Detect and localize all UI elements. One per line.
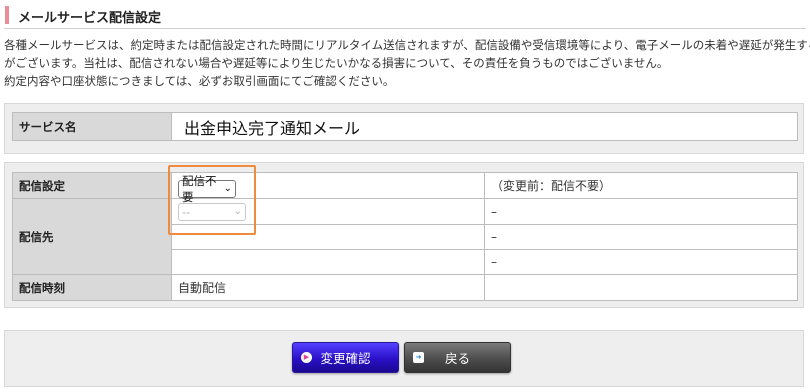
delivery-time-value: 自動配信: [171, 274, 485, 301]
title-accent-bar: [5, 6, 9, 24]
settings-table: 配信設定 配信不要 ⌄ （変更前：配信不要） 配信先 -- ⌄ – – – 配信…: [12, 172, 798, 301]
notice-line-2: がございます。当社は、配信されない場合や遅延等により生じたいかなる損害について、…: [4, 56, 669, 70]
delivery-time-empty-cell: [484, 274, 798, 301]
delivery-time-label: 配信時刻: [12, 274, 172, 301]
service-name-value: 出金申込完了通知メール: [171, 112, 798, 141]
notice-line-1: 各種メールサービスは、約定時または配信設定された時間にリアルタイム送信されますが…: [4, 38, 810, 52]
page-header: メールサービス配信設定: [4, 4, 806, 29]
back-button[interactable]: ➜ 戻る: [404, 342, 511, 373]
service-name-label: サービス名: [12, 112, 172, 141]
select-highlight-frame: [168, 165, 256, 235]
notice-text: 各種メールサービスは、約定時または配信設定された時間にリアルタイム送信されますが…: [4, 36, 810, 90]
play-icon: ▶: [301, 352, 312, 363]
delivery-previous-value: （変更前：配信不要）: [484, 172, 798, 199]
destination-value-1: –: [484, 198, 798, 225]
back-label: 戻る: [444, 351, 470, 366]
confirm-change-label: 変更確認: [320, 351, 371, 366]
destination-value-3: –: [484, 249, 798, 275]
delivery-setting-label: 配信設定: [12, 172, 172, 199]
destination-label: 配信先: [12, 198, 172, 275]
confirm-change-button[interactable]: ▶ 変更確認: [292, 342, 399, 373]
destination-empty-cell-3: [171, 249, 485, 275]
page-title: メールサービス配信設定: [18, 11, 162, 26]
service-table: サービス名 出金申込完了通知メール: [12, 112, 798, 141]
arrow-right-icon: ➜: [413, 352, 424, 363]
destination-value-2: –: [484, 224, 798, 250]
notice-line-3: 約定内容や口座状態につきましては、必ずお取引画面にてご確認ください。: [4, 74, 395, 88]
